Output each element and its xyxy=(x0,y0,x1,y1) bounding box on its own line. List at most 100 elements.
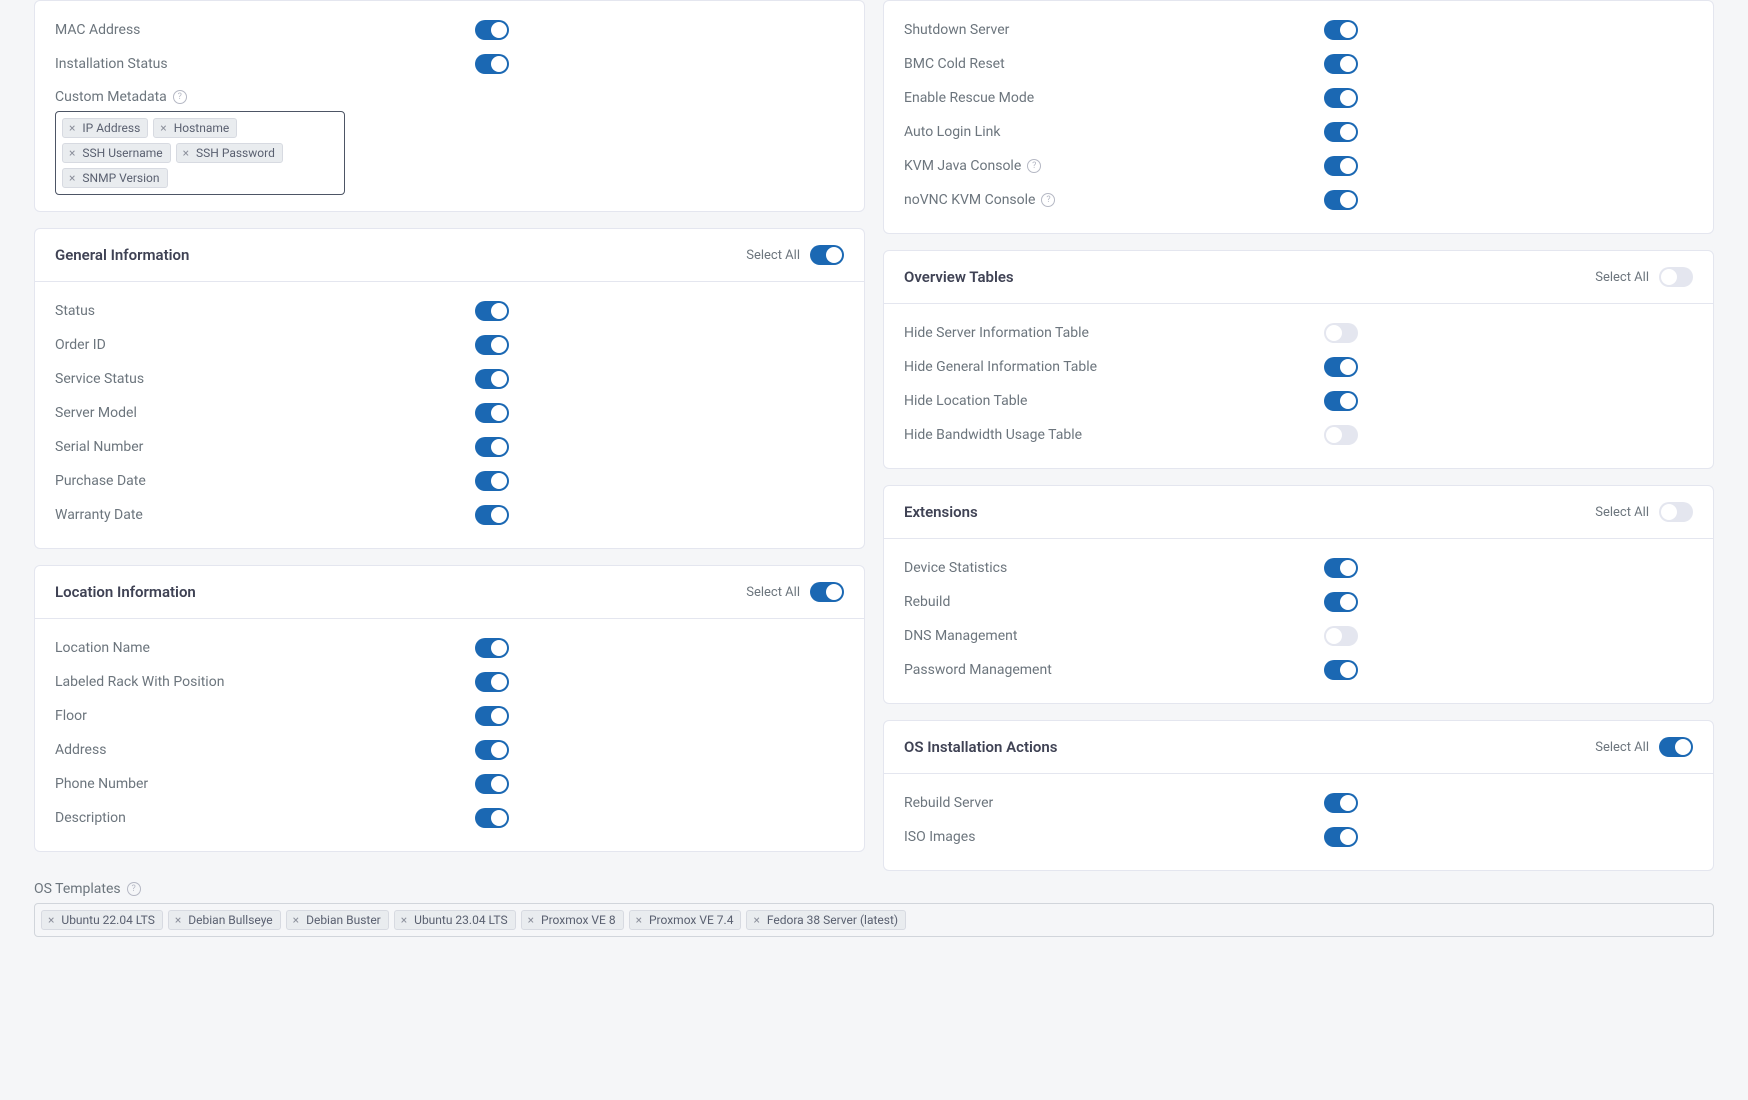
server-action-toggle[interactable] xyxy=(1324,156,1358,176)
metadata-tag: ×IP Address xyxy=(62,118,148,138)
remove-tag-icon[interactable]: × xyxy=(67,146,77,160)
help-icon[interactable]: ? xyxy=(173,90,187,104)
select-all-label: Select All xyxy=(1595,505,1649,520)
general-item-toggle[interactable] xyxy=(475,505,509,525)
remove-tag-icon[interactable]: × xyxy=(173,913,183,927)
location-item-label: Phone Number xyxy=(55,776,148,792)
os-actions-select-all-toggle[interactable] xyxy=(1659,737,1693,757)
select-all-label: Select All xyxy=(746,248,800,263)
general-item-label: Order ID xyxy=(55,337,106,353)
location-item-toggle[interactable] xyxy=(475,638,509,658)
select-all-label: Select All xyxy=(746,585,800,600)
server-action-label: Auto Login Link xyxy=(904,124,1000,140)
remove-tag-icon[interactable]: × xyxy=(181,146,191,160)
server-action-toggle[interactable] xyxy=(1324,54,1358,74)
os-template-tag: ×Ubuntu 22.04 LTS xyxy=(41,910,163,930)
server-info-label: MAC Address xyxy=(55,22,140,38)
metadata-tag: ×SSH Username xyxy=(62,143,171,163)
server-action-toggle[interactable] xyxy=(1324,190,1358,210)
server-action-label: Shutdown Server xyxy=(904,22,1009,38)
remove-tag-icon[interactable]: × xyxy=(291,913,301,927)
server-action-toggle[interactable] xyxy=(1324,88,1358,108)
extension-item-label: Device Statistics xyxy=(904,560,1007,576)
server-info-toggle[interactable] xyxy=(475,20,509,40)
location-item-toggle[interactable] xyxy=(475,706,509,726)
general-item-label: Status xyxy=(55,303,95,319)
general-item-toggle[interactable] xyxy=(475,403,509,423)
overview-item-label: Hide Bandwidth Usage Table xyxy=(904,427,1082,443)
os-template-tag: ×Proxmox VE 7.4 xyxy=(629,910,742,930)
overview-item-label: Hide General Information Table xyxy=(904,359,1097,375)
custom-metadata-label: Custom Metadata xyxy=(55,89,167,105)
select-all-label: Select All xyxy=(1595,270,1649,285)
os-actions-title: OS Installation Actions xyxy=(904,738,1057,756)
help-icon[interactable]: ? xyxy=(1027,159,1041,173)
server-action-label: Enable Rescue Mode xyxy=(904,90,1034,106)
metadata-tag: ×SSH Password xyxy=(176,143,283,163)
extensions-select-all-toggle[interactable] xyxy=(1659,502,1693,522)
server-info-label: Installation Status xyxy=(55,56,168,72)
os-action-item-toggle[interactable] xyxy=(1324,827,1358,847)
location-item-toggle[interactable] xyxy=(475,672,509,692)
remove-tag-icon[interactable]: × xyxy=(399,913,409,927)
extension-item-toggle[interactable] xyxy=(1324,626,1358,646)
os-action-item-label: ISO Images xyxy=(904,829,975,845)
overview-item-toggle[interactable] xyxy=(1324,323,1358,343)
remove-tag-icon[interactable]: × xyxy=(67,171,77,185)
overview-item-toggle[interactable] xyxy=(1324,391,1358,411)
server-action-label: KVM Java Console? xyxy=(904,158,1041,174)
location-item-label: Labeled Rack With Position xyxy=(55,674,224,690)
select-all-label: Select All xyxy=(1595,740,1649,755)
general-item-label: Service Status xyxy=(55,371,144,387)
overview-item-toggle[interactable] xyxy=(1324,425,1358,445)
location-item-label: Description xyxy=(55,810,126,826)
location-item-toggle[interactable] xyxy=(475,774,509,794)
overview-select-all-toggle[interactable] xyxy=(1659,267,1693,287)
general-item-label: Warranty Date xyxy=(55,507,143,523)
location-select-all-toggle[interactable] xyxy=(810,582,844,602)
general-item-label: Serial Number xyxy=(55,439,143,455)
general-item-toggle[interactable] xyxy=(475,301,509,321)
os-templates-input[interactable]: ×Ubuntu 22.04 LTS×Debian Bullseye×Debian… xyxy=(34,903,1714,937)
server-action-toggle[interactable] xyxy=(1324,122,1358,142)
general-item-toggle[interactable] xyxy=(475,437,509,457)
location-item-toggle[interactable] xyxy=(475,740,509,760)
extensions-title: Extensions xyxy=(904,503,978,521)
metadata-tag: ×SNMP Version xyxy=(62,168,168,188)
os-template-tag: ×Proxmox VE 8 xyxy=(521,910,624,930)
os-template-tag: ×Ubuntu 23.04 LTS xyxy=(394,910,516,930)
overview-tables-title: Overview Tables xyxy=(904,268,1014,286)
general-item-toggle[interactable] xyxy=(475,369,509,389)
extension-item-toggle[interactable] xyxy=(1324,660,1358,680)
overview-item-toggle[interactable] xyxy=(1324,357,1358,377)
remove-tag-icon[interactable]: × xyxy=(634,913,644,927)
extension-item-label: Rebuild xyxy=(904,594,950,610)
remove-tag-icon[interactable]: × xyxy=(46,913,56,927)
general-item-label: Purchase Date xyxy=(55,473,146,489)
remove-tag-icon[interactable]: × xyxy=(67,121,77,135)
remove-tag-icon[interactable]: × xyxy=(526,913,536,927)
extension-item-toggle[interactable] xyxy=(1324,558,1358,578)
server-action-label: noVNC KVM Console? xyxy=(904,192,1055,208)
general-item-toggle[interactable] xyxy=(475,335,509,355)
os-template-tag: ×Debian Buster xyxy=(286,910,389,930)
server-info-toggle[interactable] xyxy=(475,54,509,74)
help-icon[interactable]: ? xyxy=(1041,193,1055,207)
overview-item-label: Hide Location Table xyxy=(904,393,1027,409)
location-info-title: Location Information xyxy=(55,583,196,601)
location-item-label: Floor xyxy=(55,708,87,724)
help-icon[interactable]: ? xyxy=(127,882,141,896)
os-templates-label: OS Templates xyxy=(34,881,121,897)
os-action-item-toggle[interactable] xyxy=(1324,793,1358,813)
custom-metadata-input[interactable]: ×IP Address×Hostname×SSH Username×SSH Pa… xyxy=(55,111,345,195)
general-item-toggle[interactable] xyxy=(475,471,509,491)
extension-item-toggle[interactable] xyxy=(1324,592,1358,612)
server-action-toggle[interactable] xyxy=(1324,20,1358,40)
general-select-all-toggle[interactable] xyxy=(810,245,844,265)
location-item-toggle[interactable] xyxy=(475,808,509,828)
extension-item-label: DNS Management xyxy=(904,628,1017,644)
remove-tag-icon[interactable]: × xyxy=(158,121,168,135)
general-info-title: General Information xyxy=(55,246,189,264)
remove-tag-icon[interactable]: × xyxy=(751,913,761,927)
overview-item-label: Hide Server Information Table xyxy=(904,325,1089,341)
